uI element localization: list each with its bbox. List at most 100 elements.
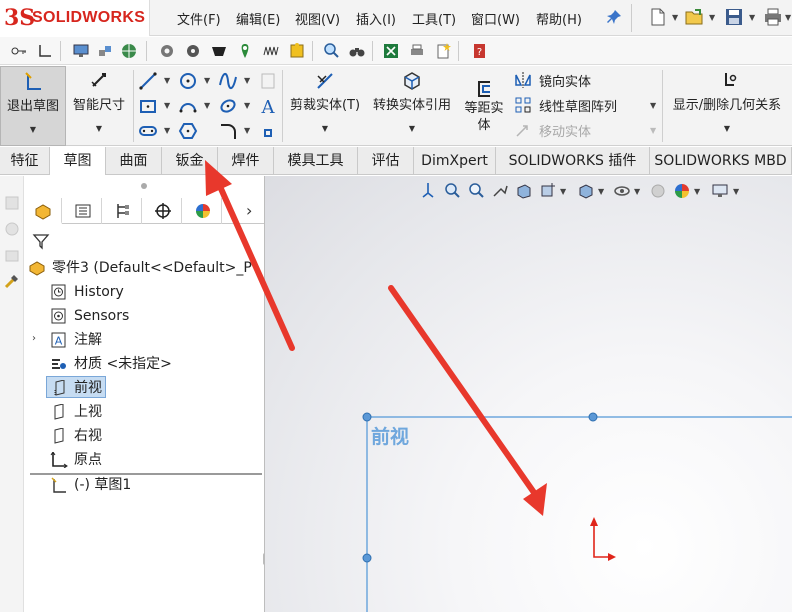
new-dropdown-caret[interactable]: ▼ (672, 13, 678, 22)
gear-icon[interactable] (158, 42, 176, 60)
save-dropdown-caret[interactable]: ▼ (749, 13, 755, 22)
rollback-bar[interactable] (30, 473, 262, 475)
tab-feature-tree[interactable] (24, 198, 62, 224)
slot-dropdown-caret[interactable]: ▼ (164, 126, 170, 135)
point-icon[interactable] (258, 123, 278, 143)
arc-icon[interactable] (178, 96, 198, 116)
line-dropdown-caret[interactable]: ▼ (164, 76, 170, 85)
tab-evaluate[interactable]: 评估 (358, 147, 414, 175)
tree-item-front-plane[interactable]: 前视 (46, 376, 106, 398)
dimension-l-icon[interactable] (36, 42, 54, 60)
binoculars-icon[interactable] (348, 42, 366, 60)
tab-solidworks-addins[interactable]: SOLIDWORKS 插件 (496, 147, 650, 175)
tabs-more-arrow[interactable]: › (246, 201, 252, 220)
convert-dropdown-caret[interactable]: ▼ (368, 124, 456, 133)
display-relations-icon (725, 73, 737, 86)
polygon-icon[interactable] (178, 121, 198, 141)
print-icon[interactable] (763, 7, 783, 27)
tab-dimxpert-manager[interactable] (144, 198, 182, 224)
line-icon[interactable] (138, 71, 158, 91)
printer-icon[interactable] (408, 42, 426, 60)
tab-property-manager[interactable] (64, 198, 102, 224)
move-entities-dropdown-caret[interactable]: ▼ (650, 126, 656, 135)
plane-handle[interactable] (362, 412, 372, 422)
tab-display-manager[interactable] (184, 198, 222, 224)
menu-tools[interactable]: 工具(T) (412, 9, 456, 28)
circle-dropdown-caret[interactable]: ▼ (204, 76, 210, 85)
help-book-icon[interactable]: ? (470, 42, 488, 60)
trim-dropdown-caret[interactable]: ▼ (286, 124, 364, 133)
smart-dimension-dropdown-caret[interactable]: ▼ (68, 124, 130, 133)
exit-sketch-button[interactable]: 退出草图 ▼ (0, 66, 66, 146)
linear-pattern-label[interactable]: 线性草图阵列 (539, 96, 617, 115)
text-icon[interactable]: A (258, 96, 278, 116)
spline-icon[interactable] (218, 71, 238, 91)
feature-manager: › 零件3 (Default<<Default>_P History Senso… (24, 176, 264, 612)
move-entities-label[interactable]: 移动实体 (539, 121, 591, 140)
monitor-icon[interactable] (72, 42, 90, 60)
spring-icon[interactable] (262, 42, 280, 60)
spline-dropdown-caret[interactable]: ▼ (244, 76, 250, 85)
mirror-entities-label[interactable]: 镜向实体 (539, 71, 591, 90)
linear-pattern-dropdown-caret[interactable]: ▼ (650, 101, 656, 110)
graphics-area[interactable]: ▼ ▼ ▼ ▼ ▼ 前视 (265, 176, 792, 612)
print-dropdown-caret[interactable]: ▼ (785, 13, 791, 22)
trim-icon (317, 73, 333, 89)
document-star-icon[interactable] (434, 42, 452, 60)
fillet-icon[interactable] (218, 121, 238, 141)
display-relations-dropdown-caret[interactable]: ▼ (664, 124, 790, 133)
plane-handle[interactable] (362, 553, 372, 563)
menu-edit[interactable]: 编辑(E) (236, 9, 280, 28)
menu-help[interactable]: 帮助(H) (536, 9, 582, 28)
open-document-icon[interactable] (684, 7, 704, 27)
offset-entities-button[interactable]: 等距实体 (460, 66, 508, 146)
slot-icon[interactable] (138, 121, 158, 141)
tools-icon[interactable] (3, 272, 21, 290)
zoom-icon[interactable] (322, 42, 340, 60)
tab-mold-tools[interactable]: 模具工具 (274, 147, 358, 175)
puzzle-icon[interactable] (288, 42, 306, 60)
rectangle-dropdown-caret[interactable]: ▼ (164, 101, 170, 110)
open-dropdown-caret[interactable]: ▼ (709, 13, 715, 22)
menu-insert[interactable]: 插入(I) (356, 9, 396, 28)
expand-arrow-icon[interactable]: › (32, 333, 36, 344)
tab-configuration-manager[interactable] (104, 198, 142, 224)
rectangle-icon[interactable] (138, 96, 158, 116)
excel-icon[interactable] (382, 42, 400, 60)
assembly-icon[interactable] (96, 42, 114, 60)
tab-sketch[interactable]: 草图 (50, 147, 106, 175)
tab-solidworks-mbd[interactable]: SOLIDWORKS MBD (650, 147, 792, 175)
circle-icon[interactable] (178, 71, 198, 91)
trim-entities-button[interactable]: 剪裁实体(T) ▼ (286, 66, 364, 146)
menu-file[interactable]: 文件(F) (177, 9, 221, 28)
panel-grip[interactable] (141, 183, 147, 189)
new-document-icon[interactable] (648, 7, 668, 27)
plane-handle[interactable] (588, 412, 598, 422)
key-icon[interactable] (10, 42, 28, 60)
settings-gear-icon[interactable] (184, 42, 202, 60)
arc-dropdown-caret[interactable]: ▼ (204, 101, 210, 110)
ellipse-icon[interactable] (218, 96, 238, 116)
globe-icon[interactable] (120, 42, 138, 60)
smart-dimension-button[interactable]: 智能尺寸 ▼ (68, 66, 130, 146)
mirror-icon[interactable] (514, 71, 532, 89)
filter-icon[interactable] (32, 232, 50, 250)
ellipse-dropdown-caret[interactable]: ▼ (244, 101, 250, 110)
shell-icon[interactable] (210, 42, 228, 60)
linear-pattern-icon[interactable] (514, 96, 532, 114)
location-pin-icon[interactable] (236, 42, 254, 60)
tab-sheet-metal[interactable]: 钣金 (162, 147, 218, 175)
tab-dimxpert[interactable]: DimXpert (414, 147, 496, 175)
exit-sketch-dropdown-caret[interactable]: ▼ (1, 125, 65, 134)
menu-view[interactable]: 视图(V) (295, 9, 340, 28)
tab-features[interactable]: 特征 (0, 147, 50, 175)
tab-weldments[interactable]: 焊件 (218, 147, 274, 175)
fillet-dropdown-caret[interactable]: ▼ (244, 126, 250, 135)
menu-window[interactable]: 窗口(W) (471, 9, 520, 28)
save-icon[interactable] (724, 7, 744, 27)
move-entities-icon[interactable] (514, 121, 532, 139)
pin-icon[interactable] (606, 9, 622, 25)
tab-surfaces[interactable]: 曲面 (106, 147, 162, 175)
convert-entities-button[interactable]: 转换实体引用 ▼ (368, 66, 456, 146)
display-relations-button[interactable]: 显示/删除几何关系 ▼ (664, 66, 790, 146)
